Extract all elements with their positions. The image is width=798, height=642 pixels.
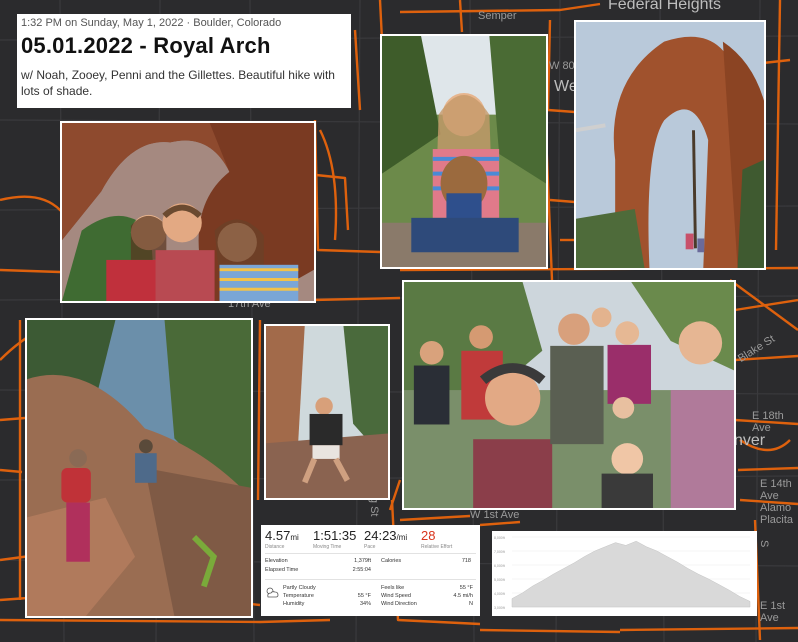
stat-relative-effort[interactable]: 28 Relative Effort [421,528,452,550]
map-label-federal-heights: Federal Heights [608,0,721,13]
elevation-tick-label: 5,000ft [494,578,505,582]
calories-value: 718 [461,558,471,564]
feels-like-value: 55 °F [459,585,473,591]
activity-description: w/ Noah, Zooey, Penni and the Gillettes.… [21,68,335,98]
elevation-tick-label: 3,000ft [494,606,505,610]
elevation-profile-card[interactable]: 8,000ft 7,000ft 6,000ft 5,000ft 4,000ft 3,000… [492,531,757,616]
stat-distance: 4.57mi Distance [265,528,299,550]
photo-group-selfie[interactable] [402,280,736,510]
stat-pace: 24:23/mi Pace [364,528,407,550]
pace-unit: /mi [396,533,408,542]
activity-title-card: 1:32 PM on Sunday, May 1, 2022 · Boulder… [17,14,351,108]
map-label-e1st: E 1st Ave [760,600,786,624]
photo-climbing-rocks[interactable] [25,318,253,618]
wind-speed-label: Wind Speed [381,593,411,599]
elapsed-value: 2:55:04 [352,567,371,573]
map-label-e14th: E 14th Ave [760,478,792,502]
photo-teen-on-trail[interactable] [264,324,390,500]
activity-meta: 1:32 PM on Sunday, May 1, 2022 · Boulder… [21,17,282,29]
photo-royal-arch[interactable] [574,20,766,270]
relative-effort-label: Relative Effort [421,544,453,550]
activity-title[interactable]: 05.01.2022 - Royal Arch [21,33,347,59]
elevation-tick-label: 7,000ft [494,550,505,554]
map-label-alamo: Alamo Placita [760,502,794,526]
calories-label: Calories [381,558,402,564]
humidity-label: Humidity [283,601,305,607]
elevation-value: 1,379ft [354,558,371,564]
weather-condition: Partly Cloudy [283,585,316,591]
map-label-w1st: W 1st Ave [470,509,520,521]
relative-effort-value: 28 [421,528,436,543]
elevation-tick-label: 8,000ft [494,536,505,540]
map-label-e18th: E 18th Ave [752,410,784,434]
wind-speed-value: 4.5 mi/h [453,593,473,599]
divider [265,579,476,580]
pace-label: Pace [364,544,376,550]
divider [265,553,476,554]
elapsed-label: Elapsed Time [265,567,299,573]
temperature-label: Temperature [283,593,314,599]
elevation-chart: 8,000ft 7,000ft 6,000ft 5,000ft 4,000ft 3,000… [494,536,751,610]
distance-label: Distance [265,544,285,550]
pace-value: 24:23 [364,528,397,543]
map-label-semper: Semper [478,10,517,22]
photo-arch-selfie[interactable] [60,121,316,303]
wind-direction-value: N [469,601,473,607]
map-label-denver: nver [734,432,766,449]
feels-like-label: Feels like [381,585,405,591]
partly-cloudy-icon [266,587,279,598]
moving-time-label: Moving Time [313,544,342,550]
distance-unit: mi [290,533,299,542]
photo-girl-with-dog[interactable] [380,34,548,269]
elevation-tick-label: 4,000ft [494,592,505,596]
elevation-tick-label: 6,000ft [494,564,505,568]
stat-moving-time: 1:51:35 Moving Time [313,528,356,550]
distance-value: 4.57 [265,528,291,543]
temperature-value: 55 °F [357,593,371,599]
moving-time-value: 1:51:35 [313,528,357,543]
activity-stats-card: 4.57mi Distance 1:51:35 Moving Time 24:2… [261,525,480,616]
humidity-value: 34% [359,601,371,607]
elevation-label: Elevation [265,558,288,564]
wind-direction-label: Wind Direction [381,601,417,607]
